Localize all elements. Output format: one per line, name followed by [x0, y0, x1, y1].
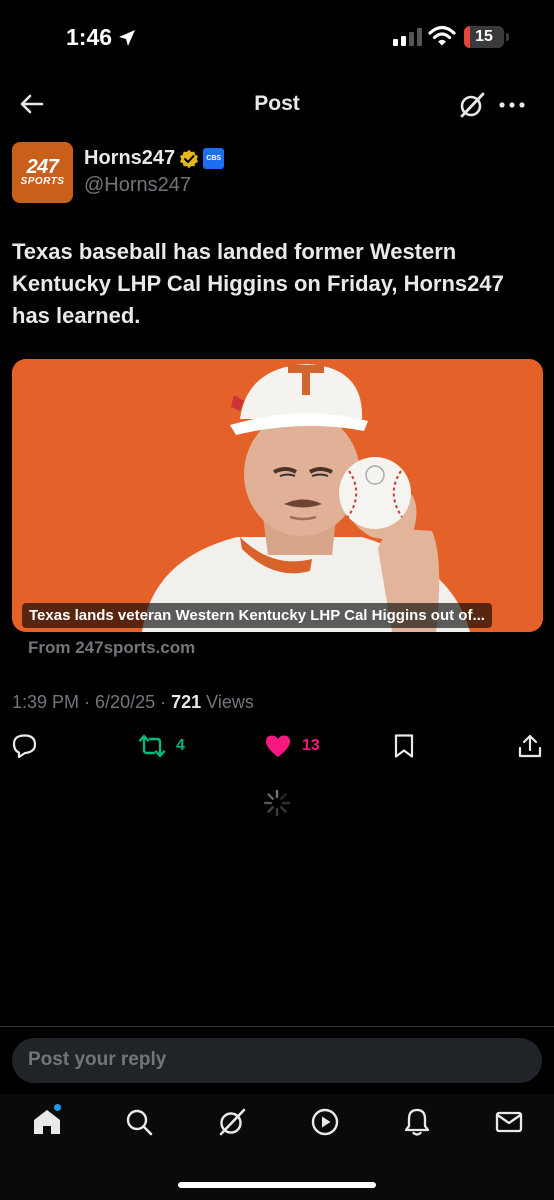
retweet-count: 4: [176, 737, 185, 754]
grok-icon[interactable]: [458, 91, 486, 119]
avatar[interactable]: 247 SPORTS: [12, 142, 73, 203]
grok-tab-icon[interactable]: [217, 1107, 247, 1137]
battery-level-text: 15: [475, 28, 493, 45]
home-icon[interactable]: [32, 1107, 62, 1137]
post-time: 1:39 PM: [12, 692, 80, 712]
mail-icon[interactable]: [494, 1107, 524, 1137]
author-handle[interactable]: @Horns247: [84, 174, 191, 197]
bell-icon[interactable]: [402, 1107, 432, 1137]
author-name-text: Horns247: [84, 147, 176, 169]
cell-signal-icon: [393, 28, 422, 46]
wifi-icon: [428, 25, 456, 46]
reply-placeholder: Post your reply: [28, 1049, 167, 1070]
divider: [0, 1026, 554, 1027]
share-icon: [518, 734, 542, 758]
post-date: 6/20/25: [95, 692, 156, 712]
verified-icon: [180, 149, 199, 168]
status-time-text: 1:46: [66, 24, 113, 50]
card-title: Texas lands veteran Western Kentucky LHP…: [22, 603, 492, 628]
status-time: 1:46: [66, 24, 136, 51]
heart-icon: [266, 735, 290, 757]
notification-dot: [54, 1104, 61, 1111]
home-indicator: [178, 1182, 376, 1188]
card-image: [12, 359, 543, 632]
reply-icon: [12, 734, 37, 759]
action-bar: 4 13: [0, 733, 554, 763]
reply-button[interactable]: [12, 733, 38, 759]
retweet-button[interactable]: 4: [138, 733, 185, 759]
like-button[interactable]: 13: [264, 733, 320, 759]
status-bar: 1:46 15: [0, 0, 554, 72]
author-name[interactable]: Horns247 CBS: [84, 147, 225, 170]
battery-indicator: 15: [464, 26, 504, 48]
share-button[interactable]: [518, 733, 542, 759]
post-header: Post: [0, 72, 554, 136]
affiliate-badge: CBS: [203, 148, 225, 169]
bookmark-button[interactable]: [392, 733, 416, 759]
link-card[interactable]: Texas lands veteran Western Kentucky LHP…: [12, 359, 543, 632]
post-text: Texas baseball has landed former Western…: [12, 239, 504, 328]
like-count: 13: [302, 737, 320, 754]
post-meta: 1:39 PM · 6/20/25 · 721 Views: [12, 692, 254, 712]
reply-input[interactable]: Post your reply: [12, 1038, 542, 1083]
avatar-logo-top: 247: [26, 155, 59, 178]
bookmark-icon: [394, 734, 414, 758]
more-icon[interactable]: [498, 91, 526, 119]
location-arrow-icon: [119, 29, 136, 46]
play-icon[interactable]: [310, 1107, 340, 1137]
views-label: Views: [206, 692, 254, 712]
loading-spinner-icon: [263, 789, 291, 817]
card-source[interactable]: From 247sports.com: [28, 638, 195, 658]
search-icon[interactable]: [124, 1107, 154, 1137]
avatar-logo-bottom: SPORTS: [20, 175, 65, 187]
view-count: 721: [171, 692, 202, 712]
retweet-icon: [138, 734, 166, 758]
